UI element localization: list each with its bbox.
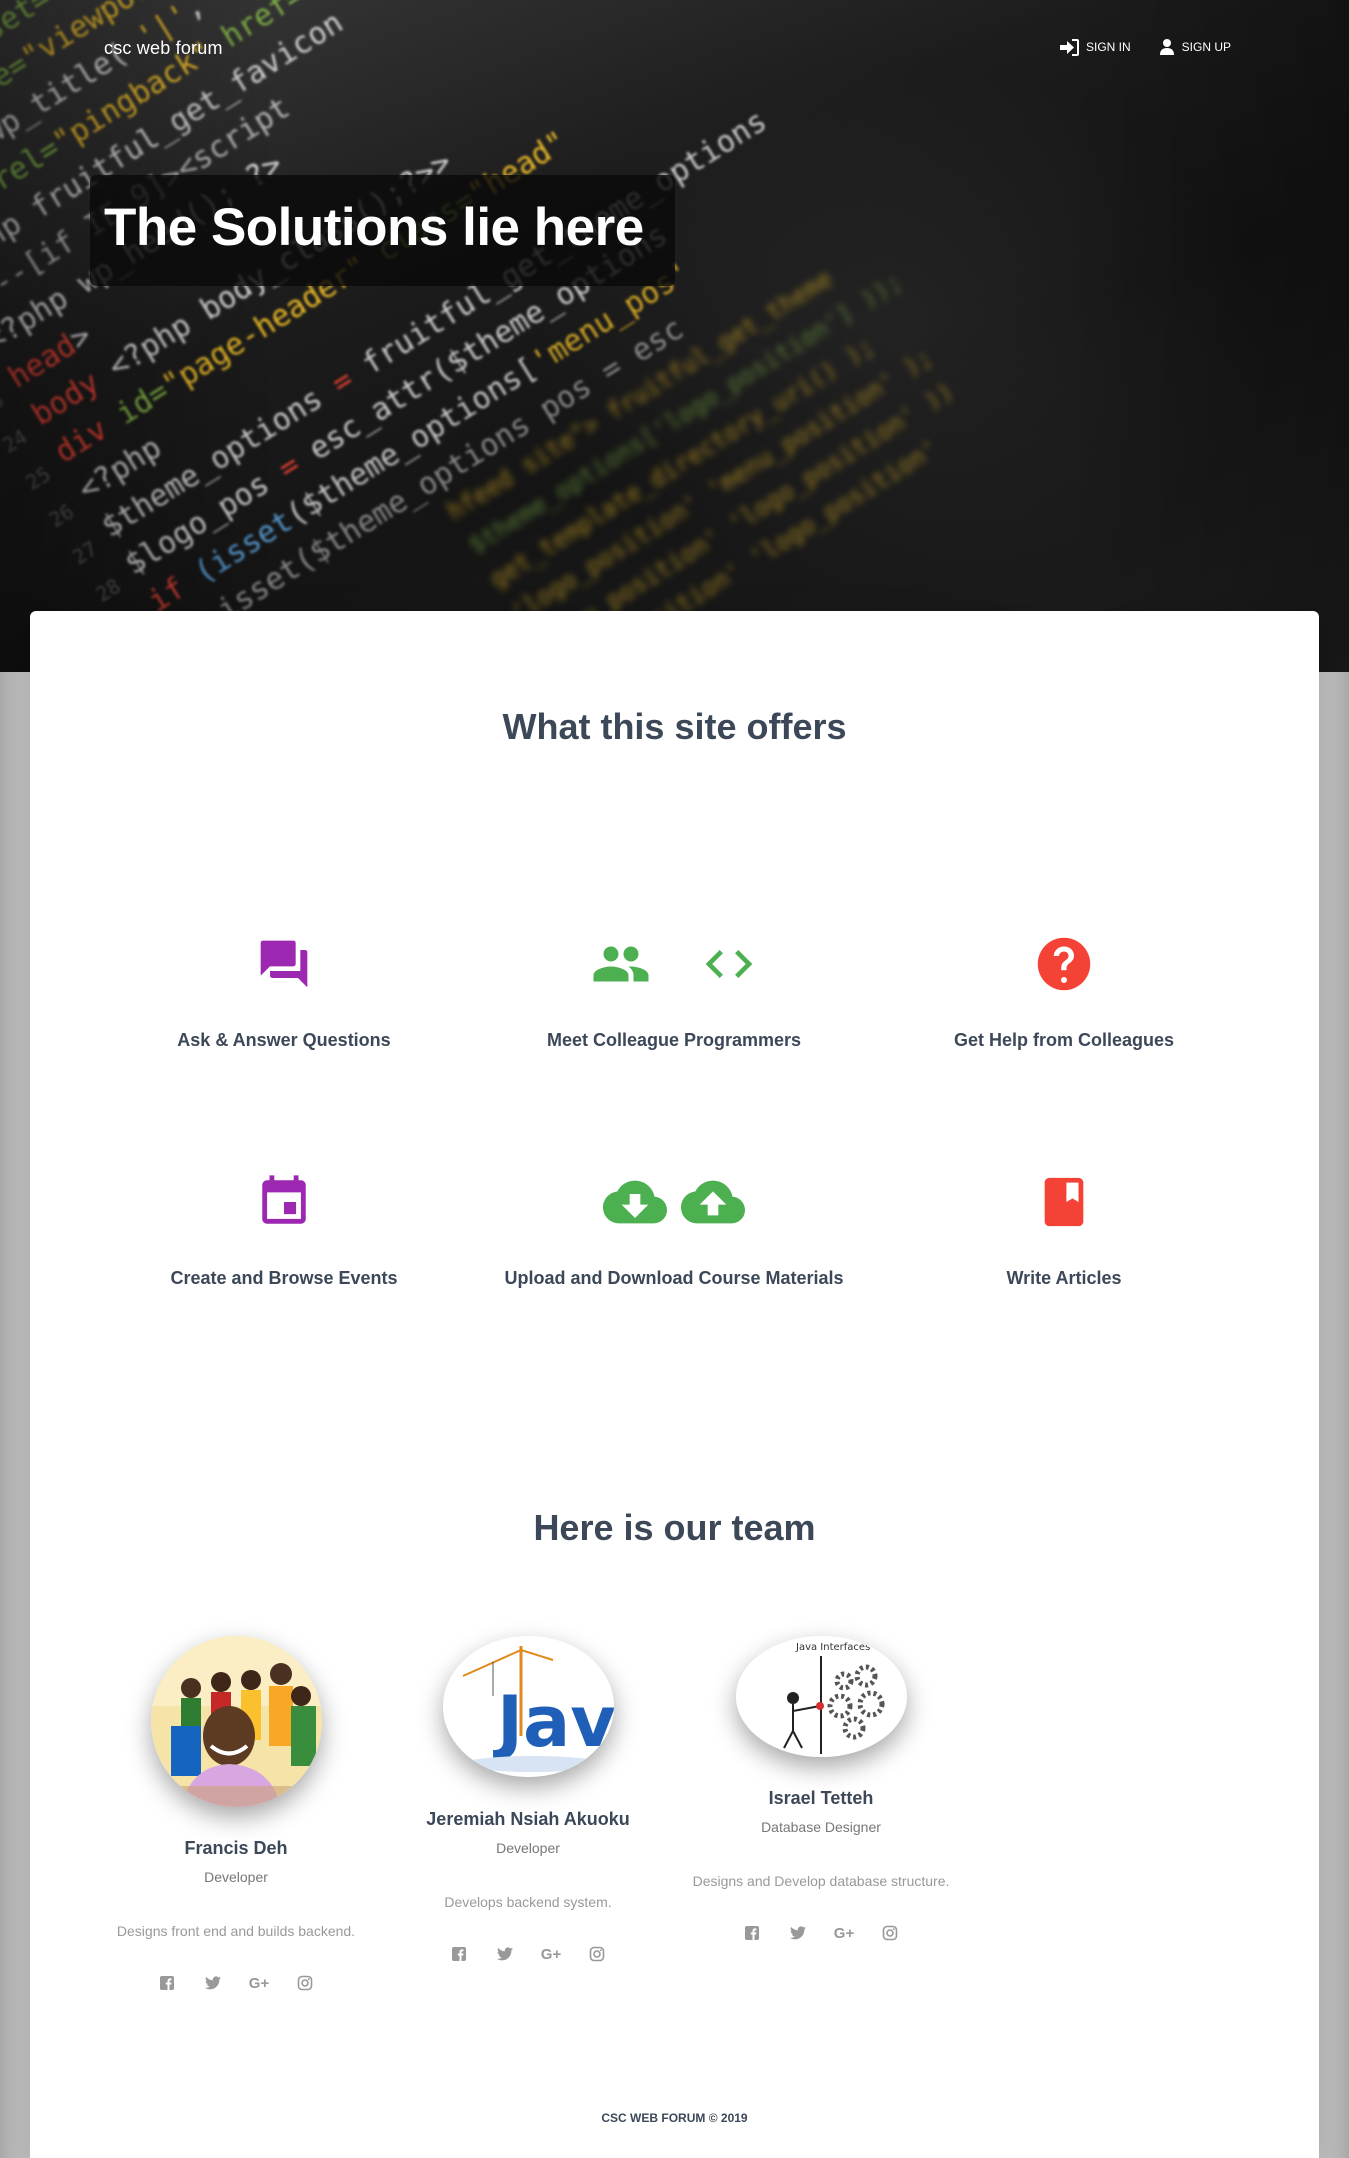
forum-icon (256, 936, 312, 997)
avatar-israel: Java Interfaces (735, 1636, 907, 1757)
member-role: Developer (496, 1840, 560, 1856)
social-links: G+ (90, 1973, 382, 1993)
sign-in-label: SIGN IN (1085, 40, 1131, 54)
top-nav: SIGN IN SIGN UP (1059, 38, 1231, 56)
group-photo-image (150, 1636, 322, 1807)
google-plus-icon[interactable]: G+ (249, 1973, 269, 1993)
member-description: Designs front end and builds backend. (116, 1923, 356, 1939)
sign-up-label: SIGN UP (1181, 40, 1231, 54)
twitter-icon[interactable] (788, 1923, 808, 1943)
java-logo-image: Java (442, 1636, 614, 1777)
help-icon (1034, 934, 1094, 999)
facebook-icon[interactable] (742, 1923, 762, 1943)
feature-label: Create and Browse Events (170, 1268, 398, 1288)
feature-write-articles: Write Articles (874, 1174, 1254, 1289)
feature-ask-answer: Ask & Answer Questions (94, 936, 474, 1051)
social-links: G+ (675, 1923, 967, 1943)
member-role: Database Designer (761, 1819, 881, 1835)
feature-meet-colleagues: Meet Colleague Programmers (484, 936, 864, 1051)
team-title: Here is our team (533, 1507, 816, 1548)
cloud-upload-icon (681, 1170, 745, 1239)
java-interfaces-text: Java Interfaces (795, 1642, 870, 1653)
hero-headline: The Solutions lie here (104, 198, 644, 257)
feature-events: Create and Browse Events (94, 1174, 474, 1289)
main-card: What this site offers Ask & Answer Quest… (30, 611, 1319, 2158)
sign-up-link[interactable]: SIGN UP (1159, 38, 1231, 56)
feature-label: Write Articles (1006, 1268, 1122, 1288)
team-member-israel: Java Interfaces Israel Tetteh Database D… (675, 1636, 967, 1943)
book-icon (1035, 1173, 1093, 1236)
member-name: Jeremiah Nsiah Akuoku (426, 1809, 630, 1829)
team-member-francis: Francis Deh Developer Designs front end … (90, 1636, 382, 1993)
calendar-icon (255, 1173, 313, 1236)
instagram-icon[interactable] (880, 1923, 900, 1943)
hero-banner: 29 isset($theme_options pos = esc if (is… (0, 0, 1349, 672)
instagram-icon[interactable] (587, 1944, 607, 1964)
member-name: Israel Tetteh (768, 1788, 874, 1808)
member-description: Designs and Develop database structure. (692, 1873, 950, 1889)
hero-shade (0, 0, 1349, 672)
offers-title: What this site offers (502, 706, 847, 747)
instagram-icon[interactable] (295, 1973, 315, 1993)
feature-label: Ask & Answer Questions (177, 1030, 391, 1050)
footer-copyright: CSC WEB FORUM © 2019 (601, 2111, 748, 2125)
headline-box: The Solutions lie here (90, 175, 675, 286)
twitter-icon[interactable] (203, 1973, 223, 1993)
brand-link[interactable]: csc web forum (104, 38, 223, 59)
team-member-jeremiah: Java Jeremiah Nsiah Akuoku Developer Dev… (382, 1636, 674, 1964)
user-icon (1159, 38, 1175, 56)
java-interfaces-image: Java Interfaces (735, 1636, 907, 1757)
member-role: Developer (204, 1869, 268, 1885)
feature-course-materials: Upload and Download Course Materials (484, 1174, 864, 1289)
feature-label: Meet Colleague Programmers (546, 1030, 802, 1050)
social-links: G+ (382, 1944, 674, 1964)
member-description: Develops backend system. (444, 1894, 612, 1910)
google-plus-icon[interactable]: G+ (834, 1923, 854, 1943)
facebook-icon[interactable] (157, 1973, 177, 1993)
facebook-icon[interactable] (449, 1944, 469, 1964)
cloud-download-icon (603, 1170, 667, 1239)
avatar-jeremiah: Java (442, 1636, 614, 1777)
sign-in-link[interactable]: SIGN IN (1059, 38, 1131, 56)
google-plus-icon[interactable]: G+ (541, 1944, 561, 1964)
sign-in-icon (1059, 38, 1079, 56)
member-name: Francis Deh (184, 1838, 288, 1858)
feature-label: Get Help from Colleagues (953, 1030, 1175, 1050)
code-icon (701, 936, 757, 997)
people-icon (591, 934, 651, 999)
twitter-icon[interactable] (495, 1944, 515, 1964)
avatar-francis (150, 1636, 322, 1807)
feature-label: Upload and Download Course Materials (504, 1268, 844, 1288)
java-logo-text: Java (493, 1681, 614, 1763)
feature-get-help: Get Help from Colleagues (874, 936, 1254, 1051)
